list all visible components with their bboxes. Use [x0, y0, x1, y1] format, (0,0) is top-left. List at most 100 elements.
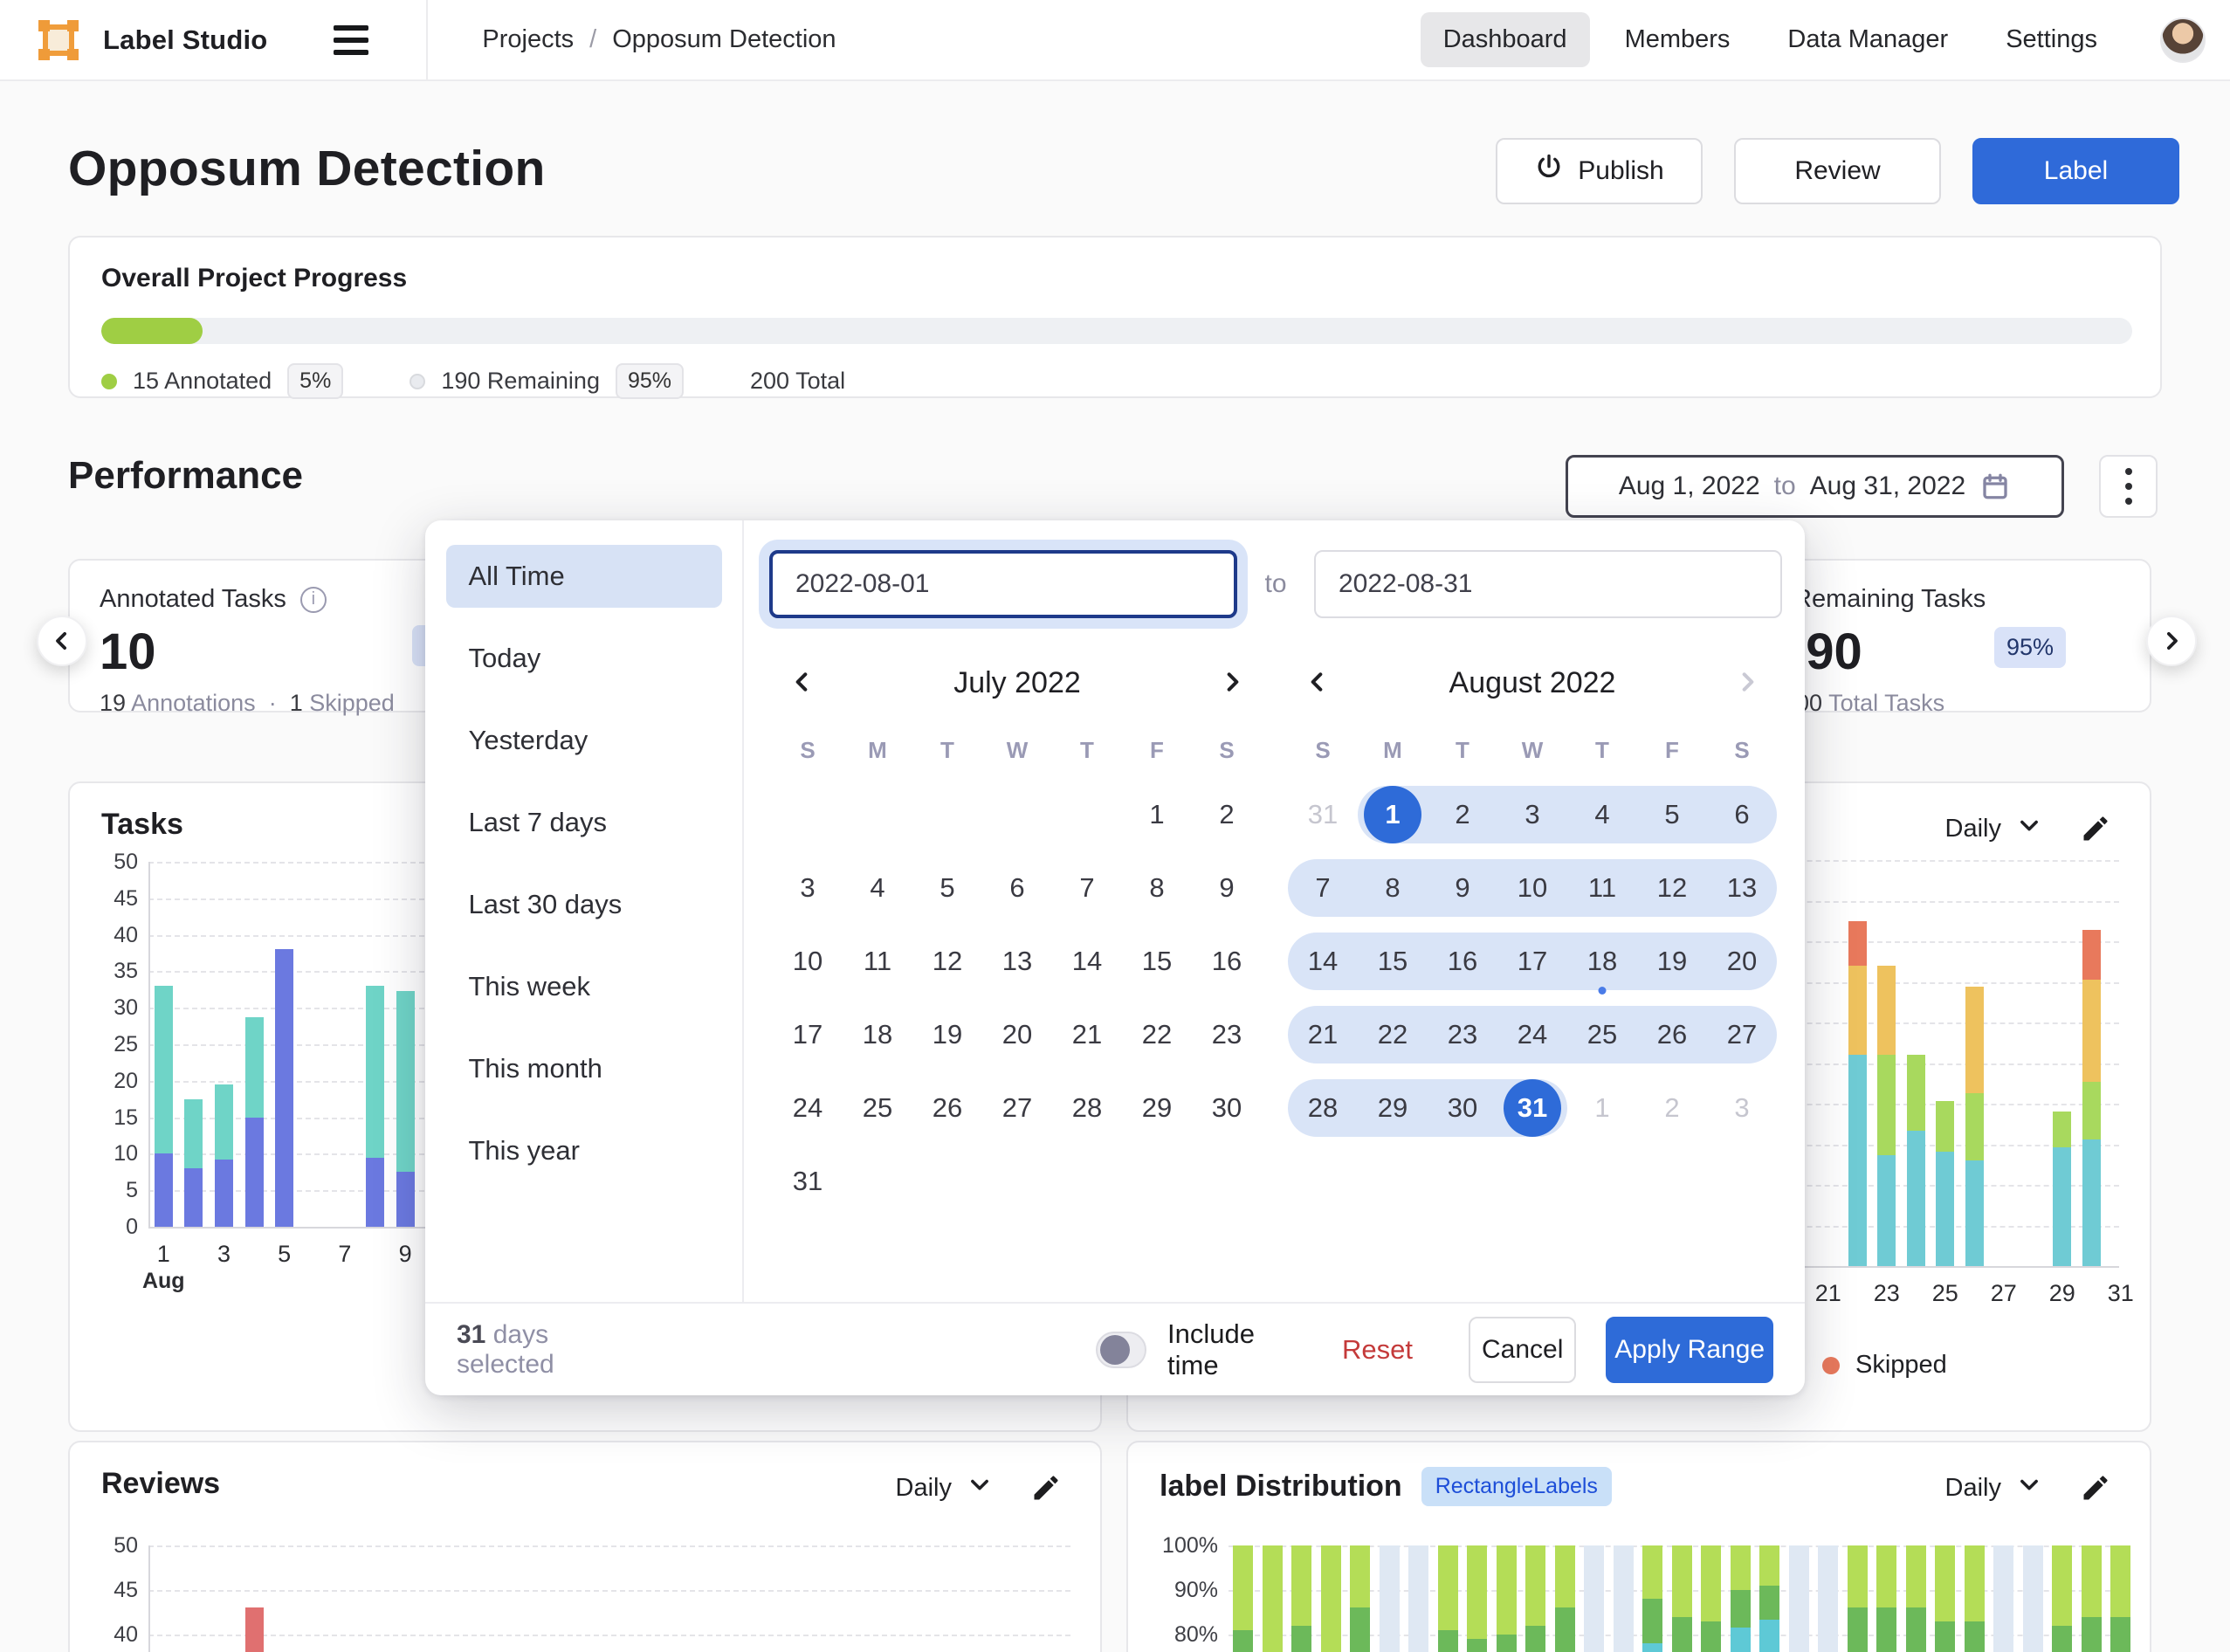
- calendar-day[interactable]: 24: [773, 1071, 843, 1145]
- label-button[interactable]: Label: [1972, 138, 2179, 204]
- calendar-day[interactable]: 26: [1637, 998, 1707, 1071]
- calendar-day[interactable]: 23: [1192, 998, 1262, 1071]
- calendar-day[interactable]: 24: [1497, 998, 1567, 1071]
- cancel-button[interactable]: Cancel: [1469, 1317, 1576, 1383]
- calendar-day[interactable]: 15: [1122, 925, 1192, 998]
- calendar-day[interactable]: 28: [1288, 1071, 1358, 1145]
- calendar-day[interactable]: 31: [1497, 1071, 1567, 1145]
- calendar-day[interactable]: 20: [982, 998, 1052, 1071]
- calendar-day[interactable]: 23: [1428, 998, 1497, 1071]
- calendar-day[interactable]: 21: [1052, 998, 1122, 1071]
- calendar-day[interactable]: 12: [1637, 851, 1707, 925]
- reset-button[interactable]: Reset: [1342, 1334, 1413, 1366]
- next-month-icon[interactable]: [1211, 661, 1253, 706]
- calendar-day[interactable]: 4: [1567, 778, 1637, 851]
- preset-today[interactable]: Today: [446, 627, 722, 690]
- calendar-day[interactable]: 26: [912, 1071, 982, 1145]
- calendar-day[interactable]: 28: [1052, 1071, 1122, 1145]
- calendar-day[interactable]: 7: [1052, 851, 1122, 925]
- calendar-day[interactable]: 14: [1052, 925, 1122, 998]
- calendar-day[interactable]: 22: [1122, 998, 1192, 1071]
- calendar-day[interactable]: 19: [1637, 925, 1707, 998]
- calendar-day[interactable]: 1: [1567, 1071, 1637, 1145]
- calendar-day[interactable]: 6: [1707, 778, 1777, 851]
- calendar-day[interactable]: 18: [843, 998, 912, 1071]
- calendar-day[interactable]: 9: [1428, 851, 1497, 925]
- calendar-day[interactable]: 9: [1192, 851, 1262, 925]
- calendar-day[interactable]: 3: [1497, 778, 1567, 851]
- calendar-day[interactable]: 2: [1428, 778, 1497, 851]
- calendar-day[interactable]: 18: [1567, 925, 1637, 998]
- calendar-day[interactable]: 27: [982, 1071, 1052, 1145]
- calendar-day[interactable]: 17: [773, 998, 843, 1071]
- nav-tab-settings[interactable]: Settings: [1983, 12, 2120, 67]
- nav-tab-dashboard[interactable]: Dashboard: [1421, 12, 1590, 67]
- calendar-day[interactable]: 1: [1358, 778, 1428, 851]
- calendar-day[interactable]: 29: [1358, 1071, 1428, 1145]
- calendar-day[interactable]: 31: [1288, 778, 1358, 851]
- calendar-day[interactable]: 1: [1122, 778, 1192, 851]
- calendar-day[interactable]: 12: [912, 925, 982, 998]
- end-date-input[interactable]: [1314, 550, 1782, 618]
- preset-all-time[interactable]: All Time: [446, 545, 722, 608]
- calendar-day[interactable]: 21: [1288, 998, 1358, 1071]
- start-date-input[interactable]: [769, 550, 1237, 618]
- publish-button[interactable]: Publish: [1496, 138, 1703, 204]
- chart-bar: [1848, 1055, 1867, 1266]
- calendar-day[interactable]: 27: [1707, 998, 1777, 1071]
- calendar-day[interactable]: 2: [1192, 778, 1262, 851]
- calendar-day[interactable]: 7: [1288, 851, 1358, 925]
- calendar-day[interactable]: 29: [1122, 1071, 1192, 1145]
- apply-range-button[interactable]: Apply Range: [1606, 1317, 1773, 1383]
- carousel-prev-button[interactable]: [37, 616, 87, 666]
- preset-last-7-days[interactable]: Last 7 days: [446, 791, 722, 854]
- calendar-day[interactable]: 13: [1707, 851, 1777, 925]
- nav-tab-members[interactable]: Members: [1602, 12, 1753, 67]
- kebab-menu-icon[interactable]: [2099, 455, 2158, 518]
- calendar-day[interactable]: 15: [1358, 925, 1428, 998]
- calendar-day[interactable]: 13: [982, 925, 1052, 998]
- calendar-day[interactable]: 19: [912, 998, 982, 1071]
- calendar-day[interactable]: 4: [843, 851, 912, 925]
- calendar-day[interactable]: 31: [773, 1145, 843, 1218]
- calendar-day[interactable]: 8: [1358, 851, 1428, 925]
- preset-this-year[interactable]: This year: [446, 1119, 722, 1182]
- hamburger-menu-icon[interactable]: [334, 23, 375, 58]
- calendar-day[interactable]: 3: [1707, 1071, 1777, 1145]
- calendar-day[interactable]: 5: [1637, 778, 1707, 851]
- review-button[interactable]: Review: [1734, 138, 1941, 204]
- calendar-day[interactable]: 16: [1428, 925, 1497, 998]
- calendar-day[interactable]: 10: [773, 925, 843, 998]
- info-icon[interactable]: i: [300, 587, 327, 613]
- remaining-tasks-title: Remaining Tasks: [1793, 585, 1986, 614]
- date-range-trigger[interactable]: Aug 1, 2022 to Aug 31, 2022: [1566, 455, 2064, 518]
- calendar-day[interactable]: 17: [1497, 925, 1567, 998]
- calendar-day[interactable]: 10: [1497, 851, 1567, 925]
- calendar-day[interactable]: 16: [1192, 925, 1262, 998]
- calendar-day[interactable]: 6: [982, 851, 1052, 925]
- include-time-toggle[interactable]: [1096, 1332, 1146, 1368]
- calendar-day[interactable]: 11: [843, 925, 912, 998]
- calendar-day[interactable]: 30: [1428, 1071, 1497, 1145]
- calendar-day[interactable]: 2: [1637, 1071, 1707, 1145]
- breadcrumb-projects[interactable]: Projects: [482, 25, 574, 54]
- calendar-day[interactable]: 25: [843, 1071, 912, 1145]
- calendar-day[interactable]: 22: [1358, 998, 1428, 1071]
- nav-tab-data-manager[interactable]: Data Manager: [1765, 12, 1971, 67]
- calendar-day[interactable]: 20: [1707, 925, 1777, 998]
- calendar-day[interactable]: 25: [1567, 998, 1637, 1071]
- prev-month-icon[interactable]: [781, 661, 823, 706]
- calendar-day[interactable]: 14: [1288, 925, 1358, 998]
- preset-yesterday[interactable]: Yesterday: [446, 709, 722, 772]
- preset-this-month[interactable]: This month: [446, 1037, 722, 1100]
- prev-month-icon[interactable]: [1297, 661, 1339, 706]
- calendar-day[interactable]: 8: [1122, 851, 1192, 925]
- avatar[interactable]: [2160, 17, 2206, 63]
- carousel-next-button[interactable]: [2146, 616, 2197, 666]
- calendar-day[interactable]: 30: [1192, 1071, 1262, 1145]
- preset-this-week[interactable]: This week: [446, 955, 722, 1018]
- preset-last-30-days[interactable]: Last 30 days: [446, 873, 722, 936]
- calendar-day[interactable]: 5: [912, 851, 982, 925]
- calendar-day[interactable]: 11: [1567, 851, 1637, 925]
- calendar-day[interactable]: 3: [773, 851, 843, 925]
